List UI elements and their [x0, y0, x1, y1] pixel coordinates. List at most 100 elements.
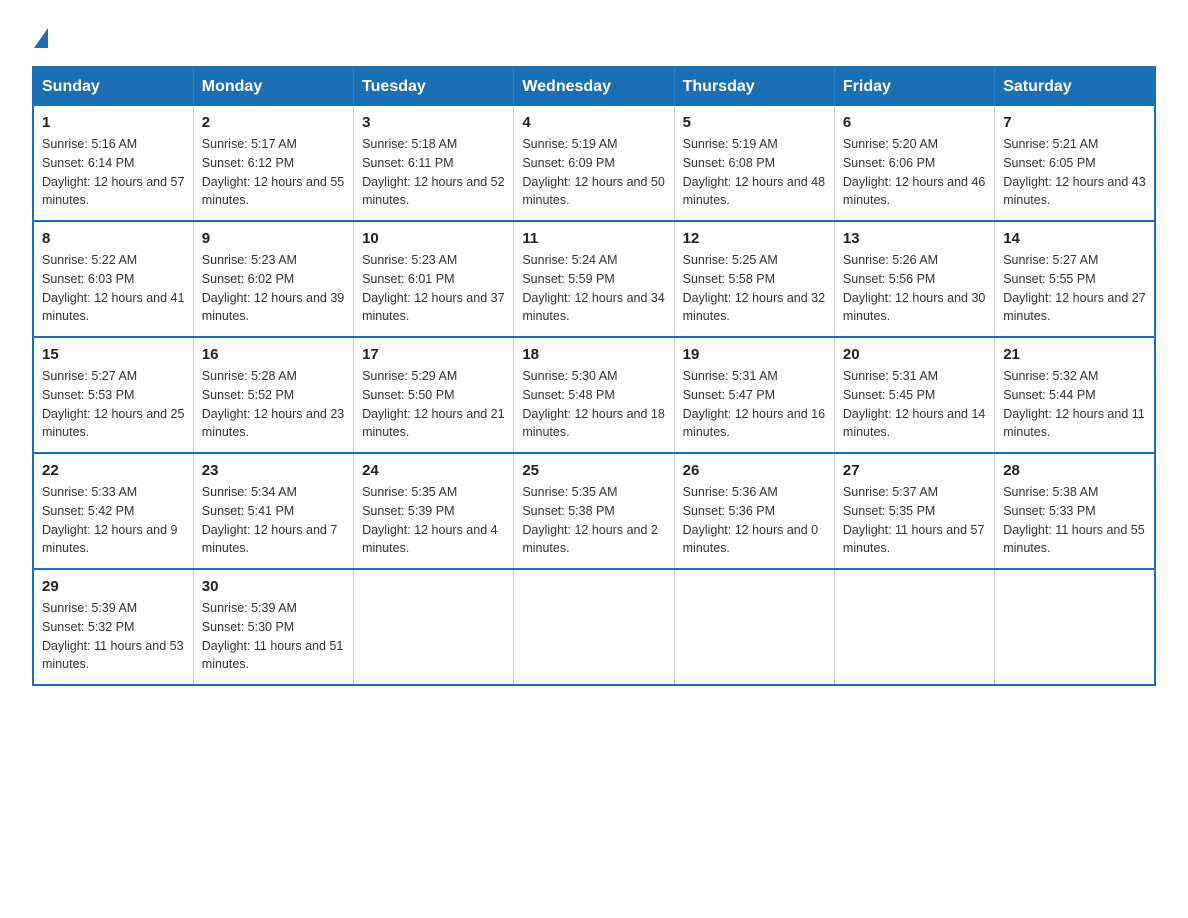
- day-number: 19: [683, 346, 826, 363]
- calendar-cell: 12 Sunrise: 5:25 AM Sunset: 5:58 PM Dayl…: [674, 221, 834, 337]
- calendar-cell: 29 Sunrise: 5:39 AM Sunset: 5:32 PM Dayl…: [33, 569, 193, 685]
- day-number: 10: [362, 230, 505, 247]
- calendar-cell: 30 Sunrise: 5:39 AM Sunset: 5:30 PM Dayl…: [193, 569, 353, 685]
- day-info: Sunrise: 5:39 AM Sunset: 5:32 PM Dayligh…: [42, 599, 185, 674]
- calendar-cell: 10 Sunrise: 5:23 AM Sunset: 6:01 PM Dayl…: [354, 221, 514, 337]
- calendar-table: SundayMondayTuesdayWednesdayThursdayFrid…: [32, 66, 1156, 686]
- calendar-cell: 4 Sunrise: 5:19 AM Sunset: 6:09 PM Dayli…: [514, 106, 674, 221]
- day-info: Sunrise: 5:26 AM Sunset: 5:56 PM Dayligh…: [843, 251, 986, 326]
- calendar-cell: 7 Sunrise: 5:21 AM Sunset: 6:05 PM Dayli…: [995, 106, 1155, 221]
- day-info: Sunrise: 5:35 AM Sunset: 5:38 PM Dayligh…: [522, 483, 665, 558]
- day-number: 21: [1003, 346, 1146, 363]
- day-info: Sunrise: 5:25 AM Sunset: 5:58 PM Dayligh…: [683, 251, 826, 326]
- calendar-cell: 23 Sunrise: 5:34 AM Sunset: 5:41 PM Dayl…: [193, 453, 353, 569]
- day-info: Sunrise: 5:17 AM Sunset: 6:12 PM Dayligh…: [202, 135, 345, 210]
- calendar-header-thursday: Thursday: [674, 67, 834, 106]
- day-number: 3: [362, 114, 505, 131]
- day-number: 5: [683, 114, 826, 131]
- calendar-header-friday: Friday: [834, 67, 994, 106]
- day-number: 14: [1003, 230, 1146, 247]
- day-info: Sunrise: 5:28 AM Sunset: 5:52 PM Dayligh…: [202, 367, 345, 442]
- day-number: 12: [683, 230, 826, 247]
- day-number: 16: [202, 346, 345, 363]
- calendar-week-row: 22 Sunrise: 5:33 AM Sunset: 5:42 PM Dayl…: [33, 453, 1155, 569]
- day-number: 6: [843, 114, 986, 131]
- day-info: Sunrise: 5:31 AM Sunset: 5:45 PM Dayligh…: [843, 367, 986, 442]
- calendar-cell: 26 Sunrise: 5:36 AM Sunset: 5:36 PM Dayl…: [674, 453, 834, 569]
- calendar-week-row: 1 Sunrise: 5:16 AM Sunset: 6:14 PM Dayli…: [33, 106, 1155, 221]
- logo-triangle-icon: [34, 28, 48, 48]
- day-info: Sunrise: 5:36 AM Sunset: 5:36 PM Dayligh…: [683, 483, 826, 558]
- calendar-cell: [834, 569, 994, 685]
- day-info: Sunrise: 5:35 AM Sunset: 5:39 PM Dayligh…: [362, 483, 505, 558]
- day-info: Sunrise: 5:38 AM Sunset: 5:33 PM Dayligh…: [1003, 483, 1146, 558]
- day-number: 18: [522, 346, 665, 363]
- calendar-cell: 27 Sunrise: 5:37 AM Sunset: 5:35 PM Dayl…: [834, 453, 994, 569]
- calendar-cell: 3 Sunrise: 5:18 AM Sunset: 6:11 PM Dayli…: [354, 106, 514, 221]
- day-number: 13: [843, 230, 986, 247]
- day-info: Sunrise: 5:19 AM Sunset: 6:08 PM Dayligh…: [683, 135, 826, 210]
- calendar-cell: 9 Sunrise: 5:23 AM Sunset: 6:02 PM Dayli…: [193, 221, 353, 337]
- calendar-header-tuesday: Tuesday: [354, 67, 514, 106]
- day-number: 26: [683, 462, 826, 479]
- day-info: Sunrise: 5:20 AM Sunset: 6:06 PM Dayligh…: [843, 135, 986, 210]
- day-info: Sunrise: 5:23 AM Sunset: 6:02 PM Dayligh…: [202, 251, 345, 326]
- day-number: 25: [522, 462, 665, 479]
- day-number: 4: [522, 114, 665, 131]
- calendar-cell: 17 Sunrise: 5:29 AM Sunset: 5:50 PM Dayl…: [354, 337, 514, 453]
- day-info: Sunrise: 5:22 AM Sunset: 6:03 PM Dayligh…: [42, 251, 185, 326]
- day-number: 17: [362, 346, 505, 363]
- calendar-cell: 16 Sunrise: 5:28 AM Sunset: 5:52 PM Dayl…: [193, 337, 353, 453]
- day-info: Sunrise: 5:29 AM Sunset: 5:50 PM Dayligh…: [362, 367, 505, 442]
- day-number: 27: [843, 462, 986, 479]
- calendar-cell: 18 Sunrise: 5:30 AM Sunset: 5:48 PM Dayl…: [514, 337, 674, 453]
- calendar-cell: 24 Sunrise: 5:35 AM Sunset: 5:39 PM Dayl…: [354, 453, 514, 569]
- day-number: 15: [42, 346, 185, 363]
- day-info: Sunrise: 5:39 AM Sunset: 5:30 PM Dayligh…: [202, 599, 345, 674]
- logo: [32, 24, 48, 46]
- calendar-cell: 15 Sunrise: 5:27 AM Sunset: 5:53 PM Dayl…: [33, 337, 193, 453]
- day-number: 7: [1003, 114, 1146, 131]
- day-info: Sunrise: 5:37 AM Sunset: 5:35 PM Dayligh…: [843, 483, 986, 558]
- day-info: Sunrise: 5:27 AM Sunset: 5:55 PM Dayligh…: [1003, 251, 1146, 326]
- calendar-cell: 22 Sunrise: 5:33 AM Sunset: 5:42 PM Dayl…: [33, 453, 193, 569]
- day-number: 23: [202, 462, 345, 479]
- calendar-cell: 5 Sunrise: 5:19 AM Sunset: 6:08 PM Dayli…: [674, 106, 834, 221]
- day-number: 30: [202, 578, 345, 595]
- calendar-cell: 11 Sunrise: 5:24 AM Sunset: 5:59 PM Dayl…: [514, 221, 674, 337]
- calendar-cell: 21 Sunrise: 5:32 AM Sunset: 5:44 PM Dayl…: [995, 337, 1155, 453]
- day-number: 9: [202, 230, 345, 247]
- day-info: Sunrise: 5:16 AM Sunset: 6:14 PM Dayligh…: [42, 135, 185, 210]
- day-number: 28: [1003, 462, 1146, 479]
- calendar-cell: 14 Sunrise: 5:27 AM Sunset: 5:55 PM Dayl…: [995, 221, 1155, 337]
- day-info: Sunrise: 5:18 AM Sunset: 6:11 PM Dayligh…: [362, 135, 505, 210]
- calendar-cell: 19 Sunrise: 5:31 AM Sunset: 5:47 PM Dayl…: [674, 337, 834, 453]
- day-info: Sunrise: 5:24 AM Sunset: 5:59 PM Dayligh…: [522, 251, 665, 326]
- calendar-header-wednesday: Wednesday: [514, 67, 674, 106]
- day-info: Sunrise: 5:23 AM Sunset: 6:01 PM Dayligh…: [362, 251, 505, 326]
- day-number: 8: [42, 230, 185, 247]
- page-header: [32, 24, 1156, 46]
- calendar-cell: 1 Sunrise: 5:16 AM Sunset: 6:14 PM Dayli…: [33, 106, 193, 221]
- day-number: 29: [42, 578, 185, 595]
- calendar-week-row: 29 Sunrise: 5:39 AM Sunset: 5:32 PM Dayl…: [33, 569, 1155, 685]
- calendar-week-row: 8 Sunrise: 5:22 AM Sunset: 6:03 PM Dayli…: [33, 221, 1155, 337]
- day-info: Sunrise: 5:19 AM Sunset: 6:09 PM Dayligh…: [522, 135, 665, 210]
- day-info: Sunrise: 5:27 AM Sunset: 5:53 PM Dayligh…: [42, 367, 185, 442]
- day-number: 2: [202, 114, 345, 131]
- calendar-cell: 28 Sunrise: 5:38 AM Sunset: 5:33 PM Dayl…: [995, 453, 1155, 569]
- calendar-cell: 13 Sunrise: 5:26 AM Sunset: 5:56 PM Dayl…: [834, 221, 994, 337]
- day-info: Sunrise: 5:33 AM Sunset: 5:42 PM Dayligh…: [42, 483, 185, 558]
- calendar-week-row: 15 Sunrise: 5:27 AM Sunset: 5:53 PM Dayl…: [33, 337, 1155, 453]
- calendar-cell: [995, 569, 1155, 685]
- day-number: 11: [522, 230, 665, 247]
- day-info: Sunrise: 5:21 AM Sunset: 6:05 PM Dayligh…: [1003, 135, 1146, 210]
- calendar-cell: 6 Sunrise: 5:20 AM Sunset: 6:06 PM Dayli…: [834, 106, 994, 221]
- calendar-cell: 20 Sunrise: 5:31 AM Sunset: 5:45 PM Dayl…: [834, 337, 994, 453]
- day-info: Sunrise: 5:34 AM Sunset: 5:41 PM Dayligh…: [202, 483, 345, 558]
- calendar-header-sunday: Sunday: [33, 67, 193, 106]
- day-number: 1: [42, 114, 185, 131]
- calendar-cell: [354, 569, 514, 685]
- day-number: 22: [42, 462, 185, 479]
- day-info: Sunrise: 5:30 AM Sunset: 5:48 PM Dayligh…: [522, 367, 665, 442]
